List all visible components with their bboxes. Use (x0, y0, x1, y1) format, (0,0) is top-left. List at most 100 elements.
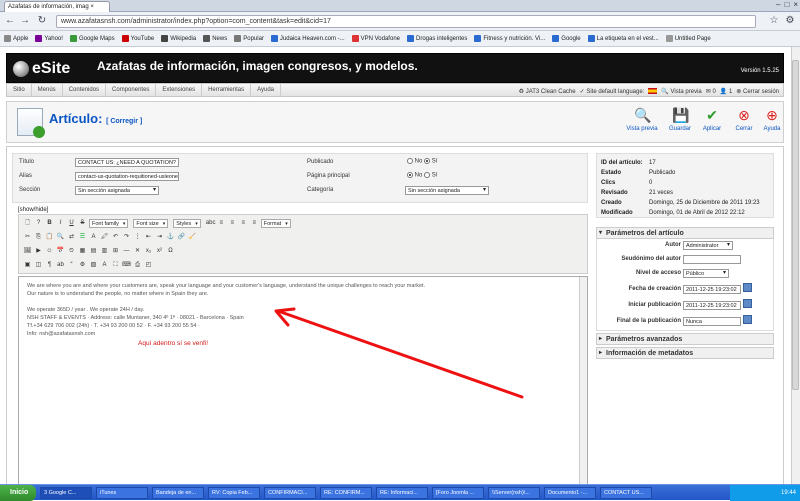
preview-doc-icon[interactable]: ◰ (144, 261, 153, 270)
alias-input[interactable]: contact-us-quotation-requitioned-usleone… (75, 172, 179, 181)
subscript-icon[interactable]: x₂ (144, 247, 153, 256)
taskbar-item[interactable]: iTunes (96, 487, 148, 499)
category-select[interactable]: Sin sección asignada (405, 186, 489, 195)
image-icon[interactable]: 🖼 (23, 247, 32, 256)
menu-item-herramientas[interactable]: Herramientas (202, 83, 252, 97)
publish-start-input[interactable]: 2011-12-25 19:23:02 (683, 301, 741, 310)
ordered-list-icon[interactable]: ⋮ (133, 233, 142, 242)
replace-icon[interactable]: ⇄ (67, 233, 76, 242)
styles-select[interactable]: Styles (173, 218, 201, 228)
font-color-icon[interactable]: A (89, 233, 98, 242)
template-icon[interactable]: ▧ (89, 261, 98, 270)
bookmark-item[interactable]: Google Maps (69, 35, 115, 42)
font-family-select[interactable]: Font family (89, 218, 129, 228)
bookmark-item[interactable]: Drogas inteligentes (407, 35, 467, 42)
media-icon[interactable]: ▶ (34, 247, 43, 256)
editor-scrollbar[interactable] (579, 277, 587, 485)
close-window-icon[interactable]: × (793, 0, 798, 11)
taskbar-item[interactable]: Documento1 -... (544, 487, 596, 499)
taskbar-item[interactable]: \\Server(nsh)\... (488, 487, 540, 499)
menu-item-menus[interactable]: Menús (32, 83, 63, 97)
metadata-panel[interactable]: Información de metadatos (596, 347, 774, 359)
preview-button[interactable]: 🔍 Vista previa (625, 106, 659, 140)
calendar-icon[interactable] (743, 283, 752, 292)
users-count[interactable]: 👤 1 (720, 88, 732, 95)
cell-props-icon[interactable]: ▥ (100, 247, 109, 256)
styleprops-icon[interactable]: A (100, 261, 109, 270)
fullscreen-icon[interactable]: ⛶ (111, 261, 120, 270)
paste-icon[interactable]: 📋 (45, 233, 54, 242)
forward-arrow-icon[interactable]: → (19, 15, 31, 27)
italic-icon[interactable]: I (56, 219, 65, 228)
advanced-params-panel[interactable]: Parámetros avanzados (596, 333, 774, 345)
menu-item-extensiones[interactable]: Extensiones (156, 83, 203, 97)
paragraph-icon[interactable]: ¶ (45, 261, 54, 270)
remove-format-icon[interactable]: ✕ (133, 247, 142, 256)
menu-item-componentes[interactable]: Componentes (106, 83, 157, 97)
align-left-icon[interactable]: ≡ (217, 219, 226, 228)
new-document-icon[interactable]: 🗋 (23, 219, 32, 228)
spellcheck-icon[interactable]: abc (206, 219, 216, 228)
bookmark-item[interactable]: Untitled Page (665, 35, 711, 42)
font-size-select[interactable]: Font size (133, 218, 169, 228)
bookmark-item[interactable]: Yahoo! (35, 35, 63, 42)
url-input[interactable]: www.azafatasnsh.com/administrator/index.… (56, 15, 756, 28)
anchor-icon[interactable]: ⚓ (166, 233, 175, 242)
cut-icon[interactable]: ✂ (23, 233, 32, 242)
time-icon[interactable]: ⏲ (67, 247, 76, 256)
redo-icon[interactable]: ↷ (122, 233, 131, 242)
menu-item-contenidos[interactable]: Contenidos (63, 83, 107, 97)
bookmark-item[interactable]: La etiqueta en el vest... (587, 35, 659, 42)
taskbar-item[interactable]: [Foro Joomla ... (432, 487, 484, 499)
preview-link[interactable]: 🔍 Vista previa (661, 88, 701, 95)
bookmark-item[interactable]: News (203, 35, 227, 42)
frontpage-yes-radio[interactable] (424, 172, 431, 178)
calendar-icon[interactable] (743, 315, 752, 324)
params-panel-header[interactable]: Parámetros del artículo (596, 227, 774, 239)
menu-item-ayuda[interactable]: Ayuda (251, 83, 282, 97)
save-button[interactable]: 💾 Guardar (663, 106, 697, 140)
maximize-icon[interactable]: □ (784, 0, 789, 11)
highlight-icon[interactable]: 🖍 (100, 233, 109, 242)
access-level-select[interactable]: Público (683, 269, 729, 278)
minimize-icon[interactable]: – (776, 0, 780, 11)
bookmark-item[interactable]: Wikipedia (161, 35, 196, 42)
logout-link[interactable]: ⊗ Cerrar sesión (736, 88, 779, 95)
justify-icon[interactable]: ≡ (250, 219, 259, 228)
bookmark-star-icon[interactable]: ☆ (768, 15, 780, 27)
bookmark-item[interactable]: Fitness y nutrición. Vi... (474, 35, 545, 42)
taskbar-item[interactable]: RE: CONFIRM... (320, 487, 372, 499)
help-icon[interactable]: ? (34, 219, 43, 228)
back-arrow-icon[interactable]: ← (4, 15, 16, 27)
taskbar-item[interactable]: CONFIRMACI... (264, 487, 316, 499)
align-center-icon[interactable]: ≡ (228, 219, 237, 228)
bookmark-item[interactable]: Judaica Heaven.com -... (270, 35, 345, 42)
superscript-icon[interactable]: x² (155, 247, 164, 256)
cleanup-icon[interactable]: 🧹 (188, 233, 197, 242)
attribs-icon[interactable]: ⚙ (78, 261, 87, 270)
cite-icon[interactable]: “ (67, 261, 76, 270)
section-select[interactable]: Sin sección asignada (75, 186, 159, 195)
horizontal-rule-icon[interactable]: — (122, 247, 131, 256)
insert-layer-icon[interactable]: ▣ (23, 261, 32, 270)
start-button[interactable]: Inicio (0, 485, 36, 501)
show-hide-link[interactable]: [show/hide] (18, 207, 48, 213)
author-alias-input[interactable] (683, 255, 741, 264)
outdent-icon[interactable]: ⇤ (144, 233, 153, 242)
apply-button[interactable]: ✔ Aplicar (695, 106, 729, 140)
published-yes-radio[interactable] (424, 158, 431, 164)
taskbar-item[interactable]: 3 Google C... (40, 487, 92, 499)
title-input[interactable]: CONTACT US: ¿NEED A QUOTATION? (75, 158, 179, 167)
help-button[interactable]: ⊕ Ayuda (755, 106, 789, 140)
bookmark-item[interactable]: Popular (234, 35, 264, 42)
taskbar-item[interactable]: Bandeja de en... (152, 487, 204, 499)
abbr-icon[interactable]: ab (56, 261, 65, 270)
messages-count[interactable]: ✉ 0 (706, 88, 716, 95)
page-scrollbar-thumb[interactable] (792, 60, 799, 390)
format-select[interactable]: Format (260, 218, 291, 228)
copy-icon[interactable]: ⎘ (34, 233, 43, 242)
bookmark-item[interactable]: YouTube (121, 35, 154, 42)
bookmark-item[interactable]: Google (552, 35, 581, 42)
bullet-list-icon[interactable]: ☰ (78, 233, 87, 242)
date-icon[interactable]: 📅 (56, 247, 65, 256)
